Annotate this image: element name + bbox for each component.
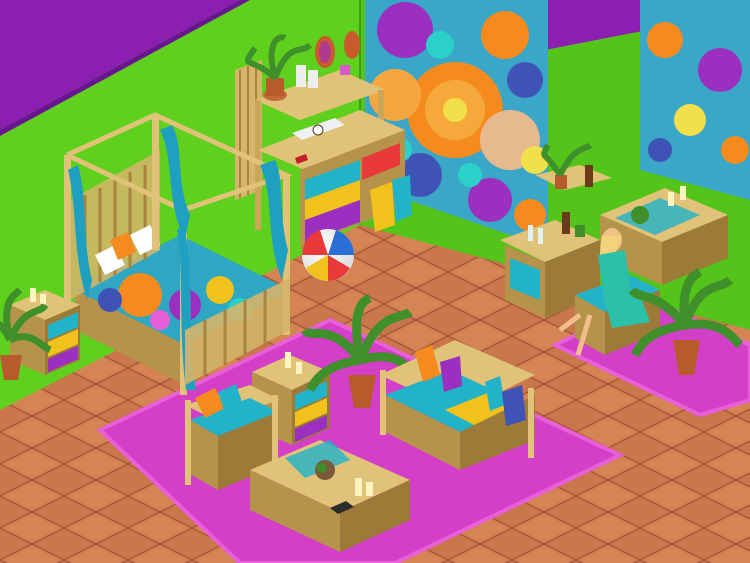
- game-scene: [0, 0, 750, 563]
- room-canvas: [0, 0, 750, 563]
- right-wall-floral-panel: [640, 0, 750, 200]
- beach-ball[interactable]: [301, 229, 355, 281]
